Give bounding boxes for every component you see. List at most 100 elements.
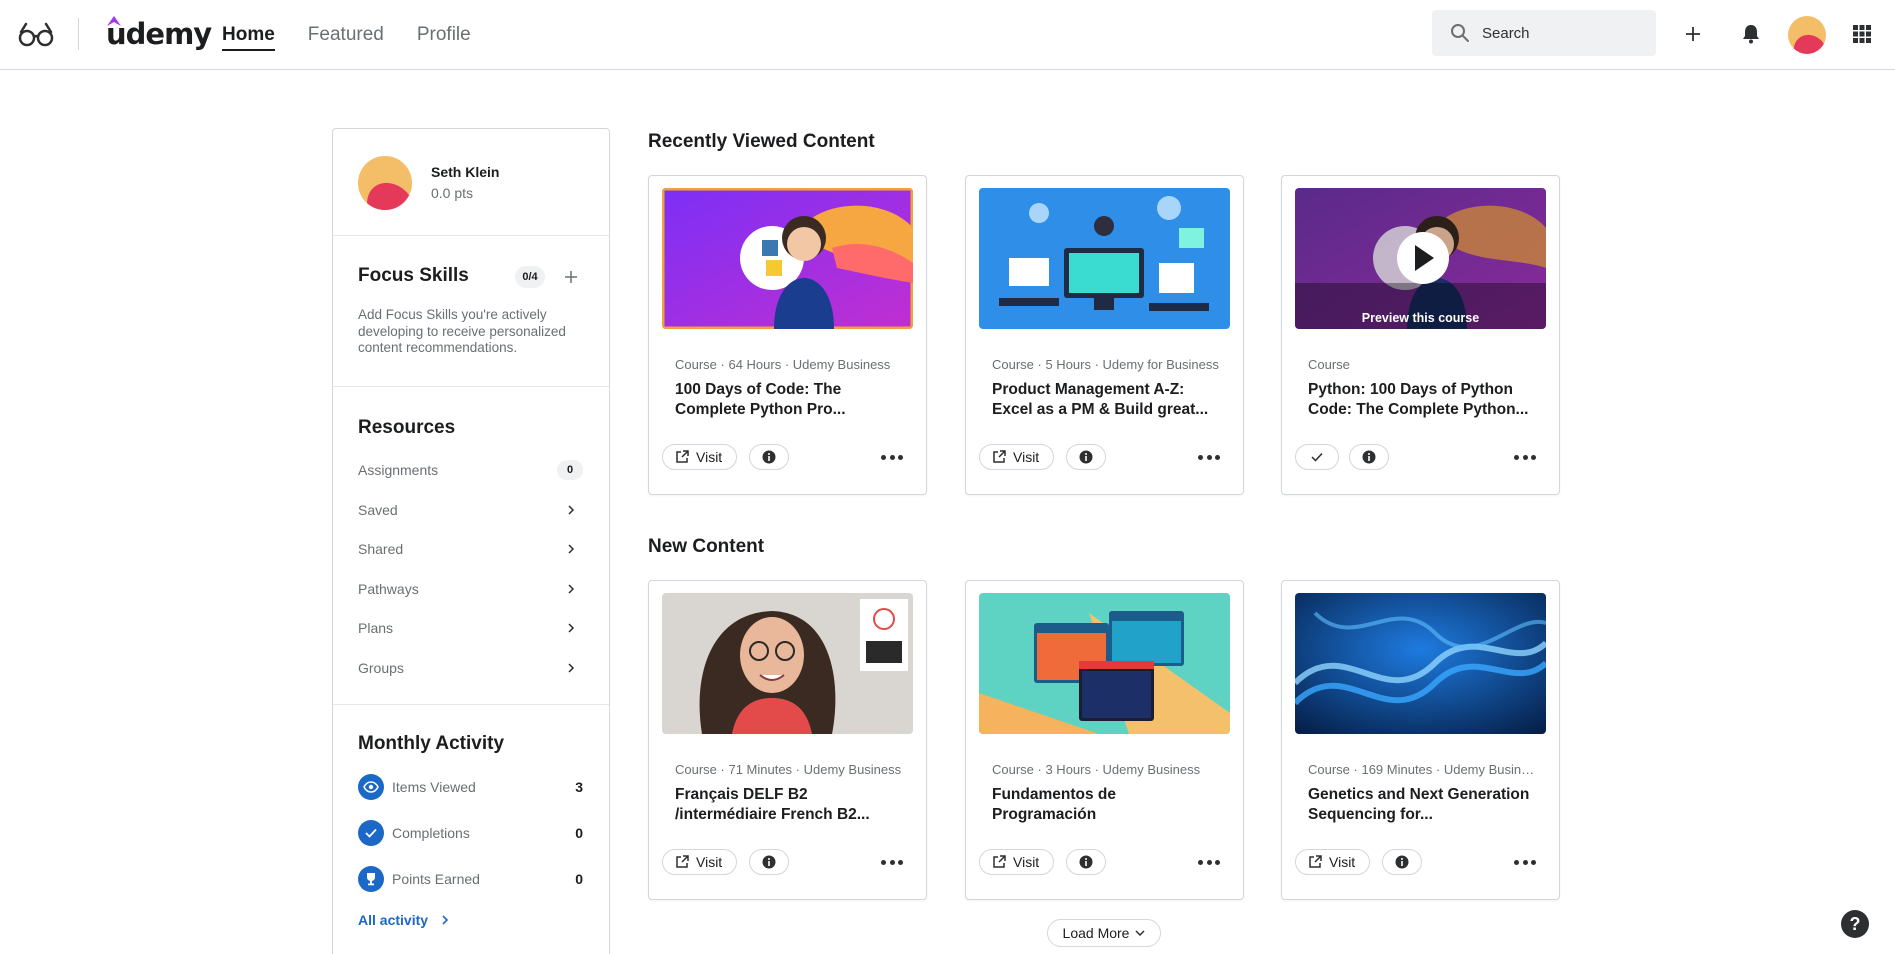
user-avatar[interactable] bbox=[358, 156, 412, 210]
activity-items-viewed: Items Viewed 3 bbox=[358, 773, 583, 801]
resource-saved[interactable]: Saved bbox=[358, 497, 583, 523]
resource-label: Saved bbox=[358, 502, 398, 518]
resource-pathways[interactable]: Pathways bbox=[358, 576, 583, 602]
course-card[interactable]: Course · 71 Minutes · Udemy Business Fra… bbox=[648, 580, 927, 900]
load-more-label: Load More bbox=[1062, 925, 1130, 941]
info-button[interactable] bbox=[1382, 849, 1422, 875]
info-button[interactable] bbox=[749, 849, 789, 875]
recently-viewed-title: Recently Viewed Content bbox=[648, 131, 875, 152]
visit-label: Visit bbox=[1013, 854, 1040, 870]
mark-complete-button[interactable] bbox=[1295, 444, 1339, 470]
course-title[interactable]: Product Management A-Z: Excel as a PM & … bbox=[992, 380, 1220, 419]
visit-button[interactable]: Visit bbox=[979, 849, 1055, 875]
resource-groups[interactable]: Groups bbox=[358, 655, 583, 681]
main-nav: Home Featured Profile bbox=[222, 0, 471, 70]
resource-label: Pathways bbox=[358, 581, 419, 597]
course-title[interactable]: Python: 100 Days of Python Code: The Com… bbox=[1308, 380, 1536, 419]
resource-label: Plans bbox=[358, 620, 394, 636]
preview-course-label: Preview this course bbox=[1361, 311, 1480, 325]
nav-profile[interactable]: Profile bbox=[417, 0, 471, 70]
resource-shared[interactable]: Shared bbox=[358, 536, 583, 562]
visit-label: Visit bbox=[696, 854, 723, 870]
visit-button[interactable]: Visit bbox=[1295, 849, 1371, 875]
course-card[interactable]: Course · 5 Hours · Udemy for Business Pr… bbox=[965, 175, 1244, 495]
visit-label: Visit bbox=[1013, 449, 1040, 465]
activity-label: Items Viewed bbox=[392, 779, 476, 795]
nav-featured[interactable]: Featured bbox=[308, 0, 384, 70]
course-title[interactable]: Français DELF B2 /intermédiaire French B… bbox=[675, 785, 903, 824]
more-options-icon[interactable] bbox=[1514, 450, 1536, 464]
chevron-right-icon bbox=[568, 663, 575, 673]
glasses-icon[interactable] bbox=[18, 20, 54, 48]
focus-skills-count: 0/4 bbox=[515, 266, 545, 288]
info-icon bbox=[1079, 855, 1093, 869]
course-title[interactable]: Fundamentos de Programación bbox=[992, 785, 1220, 824]
course-meta: Course bbox=[1308, 357, 1350, 372]
search-box[interactable] bbox=[1432, 10, 1656, 56]
chevron-right-icon bbox=[568, 584, 575, 594]
resource-label: Shared bbox=[358, 541, 404, 557]
profile-section: Seth Klein 0.0 pts bbox=[333, 129, 609, 236]
course-thumbnail[interactable] bbox=[662, 593, 913, 734]
info-button[interactable] bbox=[1066, 444, 1106, 470]
user-points: 0.0 pts bbox=[431, 185, 474, 201]
all-activity-link[interactable]: All activity bbox=[358, 912, 450, 928]
nav-home[interactable]: Home bbox=[222, 0, 275, 70]
course-title[interactable]: 100 Days of Code: The Complete Python Pr… bbox=[675, 380, 903, 419]
info-icon bbox=[1079, 450, 1093, 464]
course-thumbnail[interactable] bbox=[979, 188, 1230, 329]
grid-icon[interactable] bbox=[1849, 21, 1875, 47]
more-options-icon[interactable] bbox=[1198, 855, 1220, 869]
info-button[interactable] bbox=[1349, 444, 1389, 470]
course-card[interactable]: Preview this course Course Python: 100 D… bbox=[1281, 175, 1560, 495]
course-thumbnail[interactable] bbox=[1295, 593, 1546, 734]
sidebar: Seth Klein 0.0 pts Focus Skills 0/4 Add … bbox=[332, 128, 610, 954]
more-options-icon[interactable] bbox=[881, 855, 903, 869]
check-icon bbox=[1311, 452, 1323, 462]
resources-section: Resources Assignments 0 Saved Shared Pat… bbox=[333, 387, 609, 705]
course-card[interactable]: Course · 64 Hours · Udemy Business 100 D… bbox=[648, 175, 927, 495]
udemy-logo[interactable]: udemy bbox=[106, 14, 212, 54]
load-more-button[interactable]: Load More bbox=[1047, 919, 1161, 947]
user-name[interactable]: Seth Klein bbox=[431, 164, 499, 180]
activity-points-earned: Points Earned 0 bbox=[358, 865, 583, 893]
external-link-icon bbox=[993, 450, 1006, 463]
external-link-icon bbox=[676, 450, 689, 463]
info-icon bbox=[762, 855, 776, 869]
more-options-icon[interactable] bbox=[1198, 450, 1220, 464]
resource-label: Assignments bbox=[358, 462, 439, 478]
search-input[interactable] bbox=[1482, 24, 1642, 42]
activity-value: 0 bbox=[575, 825, 583, 841]
help-button[interactable]: ? bbox=[1841, 910, 1869, 938]
chevron-right-icon bbox=[568, 623, 575, 633]
add-focus-skill-icon[interactable] bbox=[561, 267, 581, 287]
course-title[interactable]: Genetics and Next Generation Sequencing … bbox=[1308, 785, 1536, 824]
bell-icon[interactable] bbox=[1738, 21, 1764, 47]
visit-label: Visit bbox=[1329, 854, 1356, 870]
info-button[interactable] bbox=[749, 444, 789, 470]
external-link-icon bbox=[1309, 855, 1322, 868]
course-thumbnail[interactable] bbox=[979, 593, 1230, 734]
avatar[interactable] bbox=[1788, 16, 1826, 54]
activity-value: 3 bbox=[575, 779, 583, 795]
eye-icon bbox=[358, 774, 384, 800]
external-link-icon bbox=[993, 855, 1006, 868]
plus-icon[interactable] bbox=[1680, 21, 1706, 47]
course-thumbnail[interactable] bbox=[662, 188, 913, 329]
info-icon bbox=[762, 450, 776, 464]
visit-button[interactable]: Visit bbox=[662, 444, 738, 470]
course-meta: Course · 3 Hours · Udemy Business bbox=[992, 762, 1201, 777]
visit-button[interactable]: Visit bbox=[979, 444, 1055, 470]
course-card[interactable]: Course · 3 Hours · Udemy Business Fundam… bbox=[965, 580, 1244, 900]
visit-button[interactable]: Visit bbox=[662, 849, 738, 875]
more-options-icon[interactable] bbox=[881, 450, 903, 464]
more-options-icon[interactable] bbox=[1514, 855, 1536, 869]
course-meta: Course · 64 Hours · Udemy Business bbox=[675, 357, 891, 372]
resource-assignments[interactable]: Assignments 0 bbox=[358, 457, 583, 483]
course-card[interactable]: Course · 169 Minutes · Udemy Business Ge… bbox=[1281, 580, 1560, 900]
resource-plans[interactable]: Plans bbox=[358, 615, 583, 641]
info-button[interactable] bbox=[1066, 849, 1106, 875]
activity-label: Completions bbox=[392, 825, 470, 841]
course-thumbnail[interactable]: Preview this course bbox=[1295, 188, 1546, 329]
resource-label: Groups bbox=[358, 660, 404, 676]
